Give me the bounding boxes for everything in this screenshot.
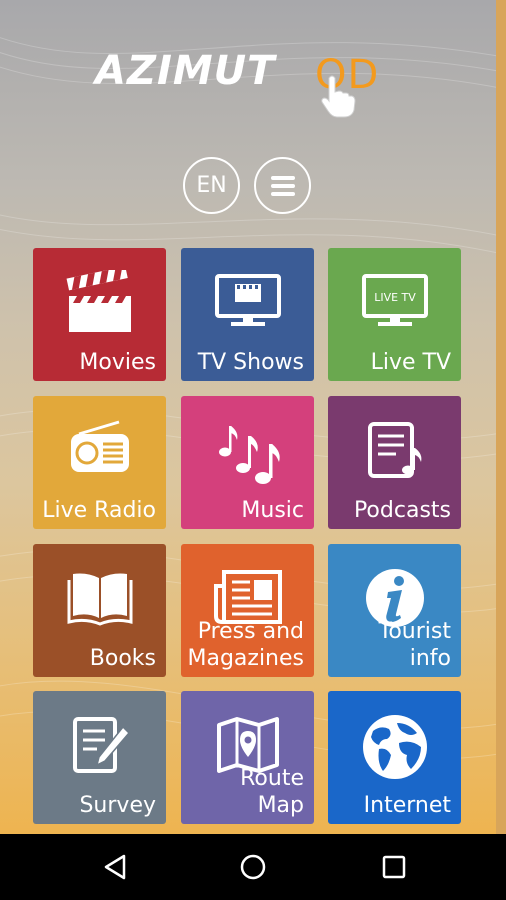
pointing-hand-icon	[321, 75, 356, 118]
tile-label: Live Radio	[42, 498, 156, 523]
tile-podcasts[interactable]: Podcasts	[328, 396, 461, 529]
tile-internet[interactable]: Internet	[328, 691, 461, 824]
podcast-icon	[367, 422, 421, 478]
tile-label: Movies	[79, 350, 156, 375]
tile-label: Tourist info	[378, 619, 451, 671]
home-circle-icon	[240, 854, 266, 880]
radio-icon	[70, 420, 129, 472]
tile-survey[interactable]: Survey	[33, 691, 166, 824]
live-tv-icon: LIVE TV	[361, 274, 428, 326]
app-logo: AZIMUT OD	[95, 48, 415, 118]
tile-route-map[interactable]: Route Map	[181, 691, 314, 824]
recents-square-icon	[382, 855, 406, 879]
tile-label: Internet	[363, 793, 451, 818]
system-navigation-bar	[0, 834, 506, 900]
tile-tourist-info[interactable]: Tourist info	[328, 544, 461, 677]
right-edge-strip	[496, 0, 506, 834]
tile-label: Live TV	[370, 350, 451, 375]
tile-music[interactable]: Music	[181, 396, 314, 529]
logo-wordmark: AZIMUT	[95, 48, 276, 94]
tile-live-tv[interactable]: LIVE TV Live TV	[328, 248, 461, 381]
language-button[interactable]: EN	[183, 157, 240, 214]
tile-label: TV Shows	[197, 350, 304, 375]
clapperboard-icon	[66, 270, 131, 332]
menu-button[interactable]	[254, 157, 311, 214]
tile-press-and-magazines[interactable]: Press and Magazines	[181, 544, 314, 677]
svg-text:LIVE TV: LIVE TV	[374, 291, 416, 304]
home-button[interactable]	[236, 850, 270, 884]
tile-movies[interactable]: Movies	[33, 248, 166, 381]
open-book-icon	[67, 573, 132, 626]
tile-tv-shows[interactable]: TV Shows	[181, 248, 314, 381]
tile-label: Books	[89, 646, 156, 671]
survey-pen-icon	[72, 717, 130, 773]
tile-live-radio[interactable]: Live Radio	[33, 396, 166, 529]
hamburger-menu-icon	[270, 175, 295, 196]
television-icon	[214, 274, 281, 326]
back-button[interactable]	[98, 850, 132, 884]
tile-label: Route Map	[240, 766, 304, 818]
back-triangle-icon	[104, 854, 126, 880]
recents-button[interactable]	[377, 850, 411, 884]
tile-books[interactable]: Books	[33, 544, 166, 677]
tile-label: Music	[241, 498, 304, 523]
tile-label: Podcasts	[353, 498, 451, 523]
tile-label: Survey	[79, 793, 156, 818]
music-notes-icon	[218, 426, 280, 484]
globe-icon	[362, 715, 427, 779]
tile-label: Press and Magazines	[187, 619, 304, 671]
